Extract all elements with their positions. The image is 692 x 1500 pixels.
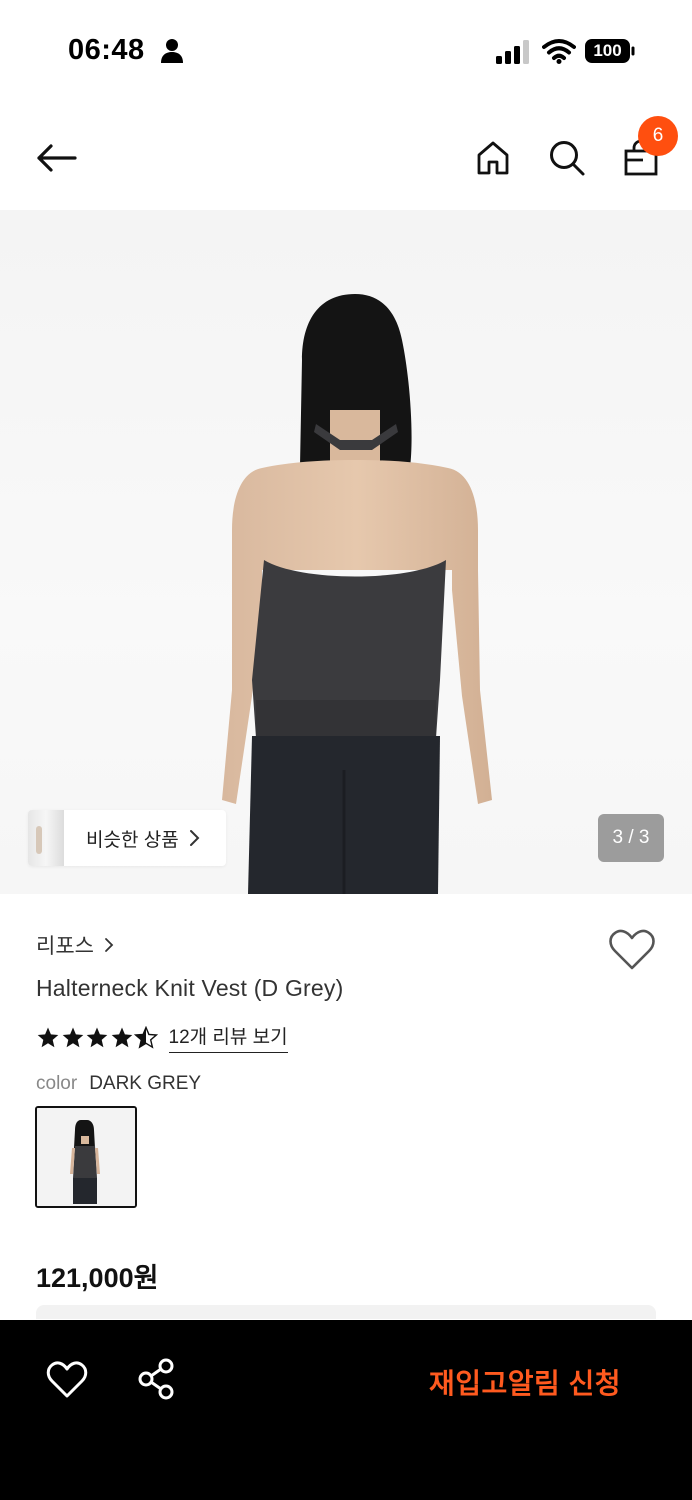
brand-link[interactable]: 리포스 (36, 930, 114, 960)
similar-products-button[interactable]: 비슷한 상품 (28, 810, 226, 866)
star-icon (111, 1027, 132, 1047)
reviews-link[interactable]: 12개 리뷰 보기 (168, 1022, 288, 1053)
color-row: color DARK GREY (36, 1073, 201, 1095)
swatch-thumbnail (37, 1108, 135, 1206)
home-icon (477, 141, 509, 175)
product-title: Halterneck Knit Vest (D Grey) (36, 975, 344, 1001)
image-counter: 3 / 3 (598, 814, 664, 862)
brand-name: 리포스 (36, 935, 94, 958)
share-icon[interactable] (136, 1358, 178, 1400)
section-divider (36, 1305, 656, 1319)
wifi-icon (542, 39, 576, 64)
search-button[interactable] (544, 134, 590, 182)
status-time: 06:48 (68, 34, 145, 66)
person-icon (161, 39, 183, 63)
wishlist-heart-icon[interactable] (608, 928, 656, 972)
back-arrow-icon (37, 144, 77, 172)
chevron-right-icon (105, 938, 114, 952)
similar-product-thumbnail (28, 810, 64, 866)
star-rating (36, 1025, 159, 1050)
heart-icon[interactable] (46, 1360, 88, 1400)
product-photo (222, 294, 492, 894)
color-option-swatch[interactable] (35, 1106, 137, 1208)
search-icon (550, 141, 585, 176)
product-price: 121,000원 (36, 1263, 159, 1293)
star-icon (37, 1027, 59, 1047)
home-button[interactable] (470, 134, 516, 182)
rating-row: 12개 리뷰 보기 (36, 1022, 288, 1053)
bottom-action-bar: 재입고알림 신청 (0, 1320, 692, 1500)
product-image-carousel[interactable]: 비슷한 상품 3 / 3 (0, 210, 692, 894)
battery-level: 100 (593, 41, 622, 60)
similar-products-label: 비슷한 상품 (86, 829, 179, 851)
back-button[interactable] (30, 134, 82, 182)
restock-alert-button[interactable]: 재입고알림 신청 (410, 1360, 640, 1404)
battery-icon: 100 (584, 38, 636, 64)
status-bar: 06:48 100 (0, 0, 692, 100)
cart-count-badge: 6 (638, 116, 678, 156)
color-label: color (36, 1073, 78, 1094)
color-value: DARK GREY (89, 1073, 202, 1094)
star-icon (62, 1027, 83, 1047)
star-icon (86, 1027, 108, 1047)
signal-icon (496, 40, 529, 64)
chevron-right-icon (189, 830, 200, 846)
half-star-icon (134, 1025, 158, 1049)
top-nav (0, 110, 692, 206)
